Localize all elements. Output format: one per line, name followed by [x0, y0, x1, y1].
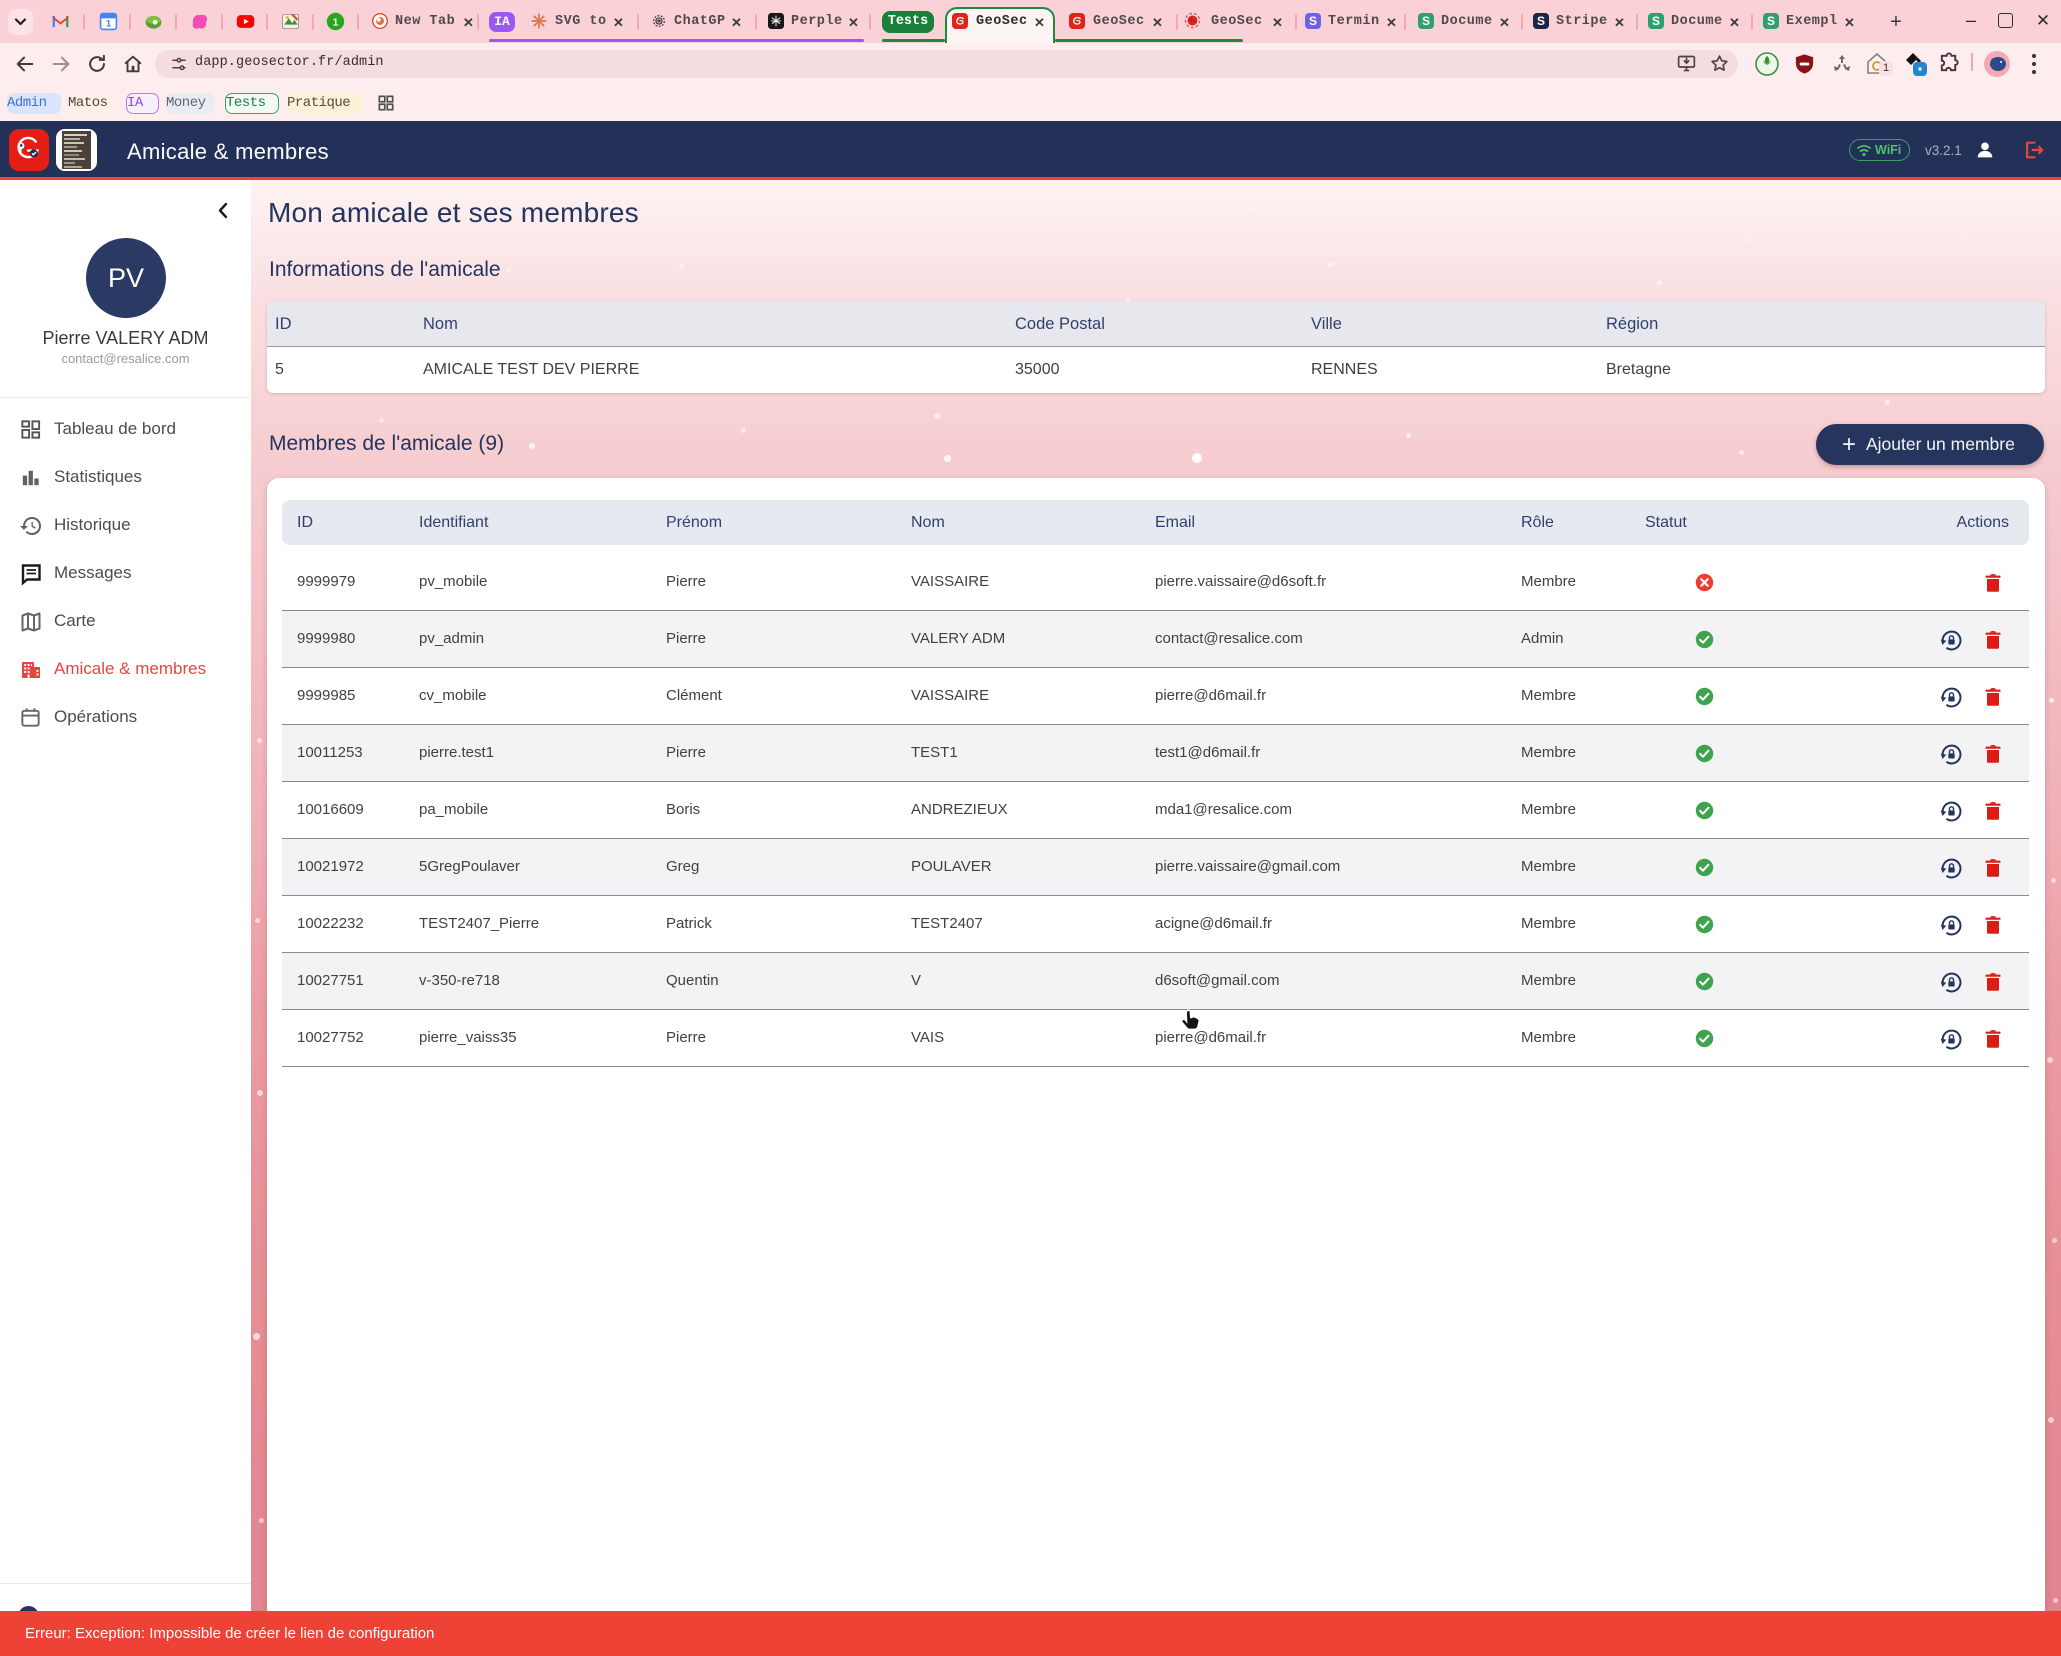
- svg-text:1: 1: [106, 18, 112, 29]
- svg-text:1: 1: [333, 17, 339, 28]
